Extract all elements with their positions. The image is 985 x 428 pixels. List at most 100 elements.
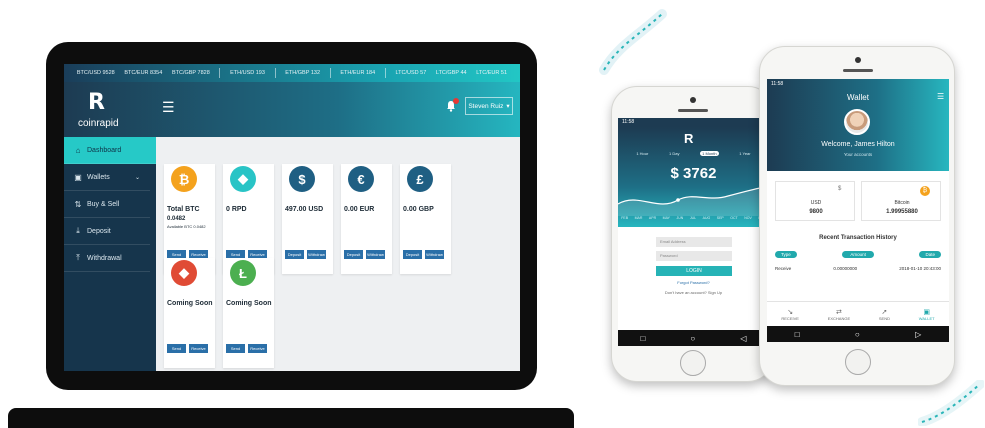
ticker-divider [329, 68, 331, 78]
sidebar-item-label: Withdrawal [87, 254, 122, 262]
tab-1-month[interactable]: 1 Month [700, 151, 719, 156]
card-balance: 0.0482 [167, 216, 186, 222]
triangle-icon[interactable]: ◁ [740, 334, 746, 343]
tab-send[interactable]: ➚ SEND [879, 308, 890, 321]
phone-wallet-screen: 11:58 Wallet ☰ Welcome, James Hilton You… [767, 79, 949, 342]
front-camera [690, 97, 696, 103]
android-nav-bar: □ ○ ▷ [767, 326, 949, 342]
avatar[interactable] [844, 109, 870, 135]
table-row[interactable]: Receive 0.00000000 2018-01-10 20:43:00 [775, 266, 941, 271]
hamburger-menu-icon[interactable]: ☰ [937, 92, 944, 101]
square-icon[interactable]: □ [641, 334, 646, 343]
sidebar-item-deposit[interactable]: ⤓ Deposit [64, 218, 150, 245]
earpiece-speaker [678, 109, 708, 112]
send-button[interactable]: Send [226, 344, 245, 353]
home-icon: ⌂ [75, 145, 81, 155]
x-axis-ticks: FEB MAR APR MAY JUN JUL AUG SEP OCT NOV … [618, 216, 769, 220]
receive-button[interactable]: Receive [248, 344, 267, 353]
email-field[interactable]: Email Address [656, 237, 732, 247]
rapid-coin-icon: ◆ [230, 166, 256, 192]
sidebar-item-withdrawal[interactable]: ⤒ Withdrawal [64, 245, 150, 272]
login-button[interactable]: LOGIN [656, 266, 732, 276]
sidebar-item-label: Dashboard [87, 146, 122, 154]
withdraw-button[interactable]: Withdraw [366, 250, 385, 259]
column-header-amount[interactable]: Amount [842, 251, 874, 258]
deposit-button[interactable]: Deposit [403, 250, 422, 259]
phone-login-screen: 11:58 R 1 Hour 1 Day 1 Month 1 Year $ 37… [618, 118, 769, 346]
bitcoin-icon: ₿ [920, 186, 930, 196]
home-button[interactable] [680, 350, 706, 376]
timeframe-tabs: 1 Hour 1 Day 1 Month 1 Year [626, 151, 761, 156]
wallet-header: 11:58 Wallet ☰ Welcome, James Hilton You… [767, 79, 949, 171]
tab-1-year[interactable]: 1 Year [739, 151, 750, 156]
user-menu-button[interactable]: Steven Ruiz ▾ [465, 97, 513, 115]
card-title: Coming Soon [167, 300, 213, 307]
account-card-btc[interactable]: ₿ Bitcoin 1.99955880 [861, 181, 941, 221]
wallet-card-coming-soon: ◆ Coming Soon Send Receive [164, 258, 215, 368]
welcome-text: Welcome, James Hilton [821, 141, 895, 148]
user-name: Steven Ruiz [468, 102, 504, 110]
cart-icon: ⇅ [74, 199, 82, 209]
column-header-date[interactable]: Date [919, 251, 941, 258]
send-button[interactable]: Send [167, 344, 186, 353]
dollar-icon: $ [838, 186, 842, 192]
tick-label: OCT [730, 216, 738, 220]
litecoin-icon: Ł [230, 260, 256, 286]
coinrapid-logo-icon: R [684, 131, 694, 146]
tab-1-hour[interactable]: 1 Hour [636, 151, 648, 156]
price-line-chart [618, 185, 769, 216]
tick-label: FEB [621, 216, 629, 220]
dollar-icon: $ [289, 166, 315, 192]
tab-1-day[interactable]: 1 Day [669, 151, 679, 156]
tab-wallet[interactable]: ▣ WALLET [919, 308, 935, 321]
status-time: 11:58 [771, 81, 784, 87]
circle-icon[interactable]: ○ [690, 334, 695, 343]
signup-text[interactable]: Don't have an account? Sign Up [618, 290, 769, 295]
wallet-card-eur: € 0.00 EUR Deposit Withdraw [341, 164, 392, 274]
tab-label: WALLET [918, 315, 935, 321]
sidebar-item-buy-sell[interactable]: ⇅ Buy & Sell [64, 191, 150, 218]
sidebar-item-label: Wallets [87, 173, 110, 181]
laptop-base [8, 408, 574, 428]
account-label: USD [810, 200, 822, 206]
bottom-tab-bar: ↘ RECEIVE ⇄ EXCHANGE ➚ SEND ▣ WALLET [767, 301, 949, 326]
withdraw-button[interactable]: Withdraw [425, 250, 444, 259]
deposit-button[interactable]: Deposit [285, 250, 304, 259]
sidebar-item-wallets[interactable]: ▣ Wallets ⌄ [64, 164, 150, 191]
pound-icon: £ [407, 166, 433, 192]
tab-exchange[interactable]: ⇄ EXCHANGE [828, 308, 850, 321]
triangle-icon[interactable]: ▷ [915, 330, 921, 339]
decorative-squiggle-icon [599, 9, 667, 75]
ticker-item: LTC/EUR 51 [476, 70, 508, 76]
receive-button[interactable]: Receive [189, 344, 208, 353]
home-button[interactable] [845, 349, 871, 375]
sidebar-item-dashboard[interactable]: ⌂ Dashboard [64, 137, 156, 164]
ticker-item: LTC/GBP 44 [435, 70, 467, 76]
hamburger-menu-icon[interactable]: ☰ [162, 99, 175, 116]
deposit-button[interactable]: Deposit [344, 250, 363, 259]
price-display: $ 3762 [670, 165, 717, 182]
card-title: Total BTC [167, 206, 200, 213]
android-nav-bar: □ ○ ◁ [618, 330, 769, 346]
tick-label: SEP [716, 216, 724, 220]
sidebar: ⌂ Dashboard ▣ Wallets ⌄ ⇅ Buy & Sell ⤓ D… [64, 137, 156, 371]
square-icon[interactable]: □ [795, 330, 800, 339]
coinrapid-logo-icon[interactable]: R [88, 90, 105, 115]
tab-label: EXCHANGE [827, 315, 851, 321]
card-title: 0.00 GBP [403, 206, 434, 213]
send-icon: ➚ [881, 308, 888, 316]
top-header: R coinrapid ☰ Steven Ruiz ▾ [64, 82, 520, 137]
withdraw-button[interactable]: Withdraw [307, 250, 326, 259]
account-card-usd[interactable]: $ USD 9800 [775, 181, 855, 221]
password-field[interactable]: Password [656, 251, 732, 261]
receive-icon: ↘ [787, 308, 794, 316]
email-placeholder: Email Address [660, 239, 686, 244]
tab-receive[interactable]: ↘ RECEIVE [781, 308, 799, 321]
forgot-password-link[interactable]: Forgot Password? [618, 280, 769, 285]
column-header-type[interactable]: Type [775, 251, 797, 258]
circle-icon[interactable]: ○ [855, 330, 860, 339]
chart-header: R 1 Hour 1 Day 1 Month 1 Year $ 3762 FEB… [618, 127, 769, 227]
ticker-item: ETH/USD 193 [230, 70, 265, 76]
accounts-subtitle: Your accounts [843, 152, 873, 157]
wallet-card-gbp: £ 0.00 GBP Deposit Withdraw [400, 164, 451, 274]
